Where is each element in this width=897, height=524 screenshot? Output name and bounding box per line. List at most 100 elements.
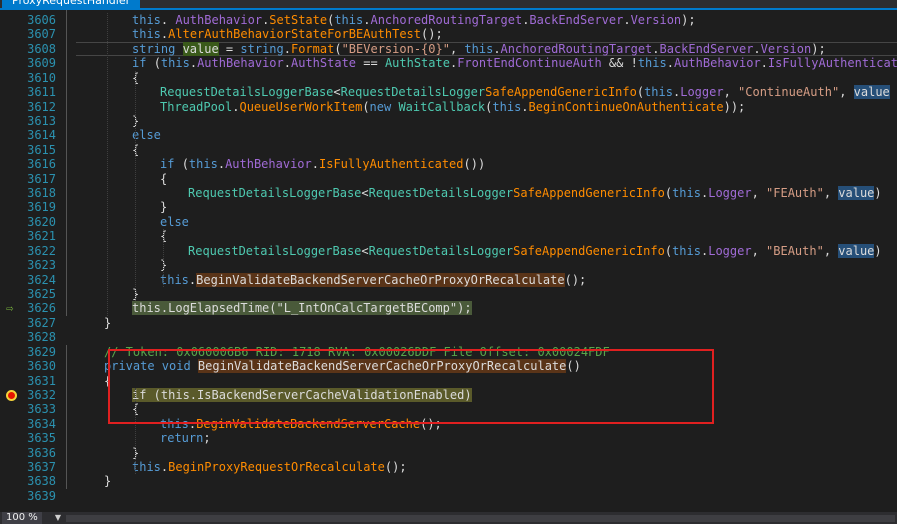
code-line[interactable]: this.BeginValidateBackendServerCache(); — [160, 417, 442, 431]
tab-proxy-request-handler[interactable]: ProxyRequestHandler — [2, 0, 141, 8]
line-number: 3633 — [27, 402, 56, 417]
code-token: . — [623, 13, 631, 27]
code-token: "BEAuth" — [766, 243, 824, 258]
code-line[interactable]: this.BeginValidateBackendServerCacheOrPr… — [160, 272, 586, 287]
code-token: "ContinueAuth" — [738, 85, 840, 100]
code-token: RequestDetailsLogger — [368, 186, 514, 201]
line-number: 3625 — [27, 286, 56, 301]
code-token: . — [217, 157, 226, 172]
code-token: if — [160, 157, 182, 172]
line-number: 3637 — [27, 460, 56, 475]
zoom-level[interactable]: 100 % — [2, 512, 42, 524]
code-token: else — [132, 128, 161, 143]
code-token: Format — [290, 41, 335, 56]
code-area[interactable]: this. AuthBehavior.SetState(this.Anchore… — [76, 10, 897, 510]
code-token: IsFullyAuthenticated — [319, 157, 464, 172]
code-token: ( — [664, 243, 673, 258]
code-token: this — [672, 186, 701, 201]
code-line[interactable]: return; — [160, 431, 211, 445]
code-token: SafeAppendGenericInfo — [513, 243, 665, 258]
code-token: ( — [153, 56, 161, 71]
code-token: RequestDetailsLoggerBase — [160, 85, 334, 100]
code-line[interactable]: this. AuthBehavior.SetState(this.Anchore… — [132, 13, 696, 27]
code-token: . — [160, 13, 176, 27]
code-line[interactable]: { — [104, 374, 111, 388]
code-line[interactable]: else — [132, 128, 161, 142]
line-number: 3628 — [27, 330, 56, 345]
line-number: 3634 — [27, 416, 56, 431]
line-number: 3629 — [27, 344, 56, 359]
code-line[interactable]: } — [160, 200, 167, 214]
code-token: this — [637, 56, 667, 71]
code-token: this — [672, 243, 701, 258]
code-token: this — [132, 27, 161, 42]
code-token: return — [160, 431, 204, 446]
code-line[interactable]: if (this.IsBackendServerCacheValidationE… — [132, 387, 472, 402]
line-number: 3616 — [27, 157, 56, 172]
code-line[interactable]: // Token: 0x060006B6 RID: 1718 RVA: 0x00… — [104, 345, 610, 359]
code-line[interactable]: { — [160, 172, 167, 186]
code-line[interactable]: this.LogElapsedTime("L_IntOnCalcTargetBE… — [132, 301, 472, 316]
code-token: SetState — [269, 13, 328, 27]
horizontal-scrollbar[interactable] — [66, 515, 895, 522]
line-number: 3638 — [27, 474, 56, 489]
line-number: 3620 — [27, 214, 56, 229]
line-number: 3607 — [27, 27, 56, 42]
line-number: 3612 — [27, 99, 56, 114]
editor-status-bar: 100 % ▼ — [0, 512, 897, 524]
code-token: ); — [681, 13, 696, 27]
line-number: 3617 — [27, 171, 56, 186]
code-line[interactable]: else — [160, 215, 189, 229]
code-token: , — [751, 243, 767, 258]
code-editor[interactable]: ⇨ 3606 3607 3608 3609 3610 3611 3612 3613 3614 36… — [0, 10, 897, 510]
code-token: AuthBehavior — [175, 13, 263, 27]
code-token: value — [853, 85, 890, 100]
code-line[interactable]: this.AlterAuthBehaviorStateForBEAuthTest… — [132, 27, 443, 41]
code-line[interactable]: RequestDetailsLoggerBase<RequestDetailsL… — [188, 243, 882, 258]
code-token: , — [823, 243, 839, 258]
code-token: BackEndServer — [659, 41, 754, 56]
code-token: . — [283, 56, 291, 71]
code-token: "FEAuth" — [766, 186, 824, 201]
code-line[interactable]: string value = string.Format("BEVersion-… — [132, 41, 826, 56]
code-line[interactable]: if (this.AuthBehavior.AuthState == AuthS… — [132, 56, 897, 70]
indent-guide — [135, 387, 136, 475]
code-token: == — [356, 56, 385, 71]
code-token: AuthState — [384, 56, 450, 71]
code-token: ( — [664, 186, 673, 201]
line-number: 3613 — [27, 113, 56, 128]
fold-line — [66, 10, 67, 316]
code-line[interactable]: RequestDetailsLoggerBase<RequestDetailsL… — [160, 85, 890, 100]
code-line[interactable]: if (this.AuthBehavior.IsFullyAuthenticat… — [160, 157, 485, 171]
code-token: if — [132, 56, 154, 71]
code-token: this — [132, 460, 161, 475]
zoom-dropdown-icon[interactable]: ▼ — [52, 512, 64, 524]
outlining-margin — [62, 10, 72, 510]
code-token: () — [566, 359, 581, 374]
code-line[interactable]: } — [104, 316, 111, 330]
code-token: . — [666, 56, 674, 71]
code-token: } — [160, 200, 168, 215]
code-line[interactable]: private void BeginValidateBackendServerC… — [104, 359, 581, 374]
code-token: && ! — [601, 56, 638, 71]
code-token: } — [104, 474, 112, 489]
code-token: , — [449, 41, 465, 56]
code-token: BeginValidateBackendServerCache — [196, 416, 421, 431]
code-token: private void — [104, 359, 198, 374]
code-token: QueueUserWorkItem — [239, 99, 363, 114]
code-token: Version — [630, 13, 682, 27]
line-number: 3624 — [27, 272, 56, 287]
code-line[interactable]: RequestDetailsLoggerBase<RequestDetailsL… — [188, 186, 882, 201]
code-line[interactable]: } — [104, 474, 111, 488]
indicator-margin[interactable]: ⇨ — [0, 10, 24, 510]
code-token: AuthBehavior — [673, 56, 761, 71]
code-line[interactable]: ThreadPool. QueueUserWorkItem(new WaitCal… — [160, 100, 745, 114]
code-token: this — [160, 56, 190, 71]
breakpoint-icon[interactable] — [6, 389, 17, 401]
line-number: 3622 — [27, 243, 56, 258]
code-token: . — [760, 56, 768, 71]
execution-pointer-icon[interactable]: ⇨ — [6, 302, 18, 314]
code-line[interactable]: this.BeginProxyRequestOrRecalculate(); — [132, 460, 407, 474]
code-token: "BEVersion-{0}" — [341, 41, 450, 56]
code-token: ( — [334, 41, 342, 56]
